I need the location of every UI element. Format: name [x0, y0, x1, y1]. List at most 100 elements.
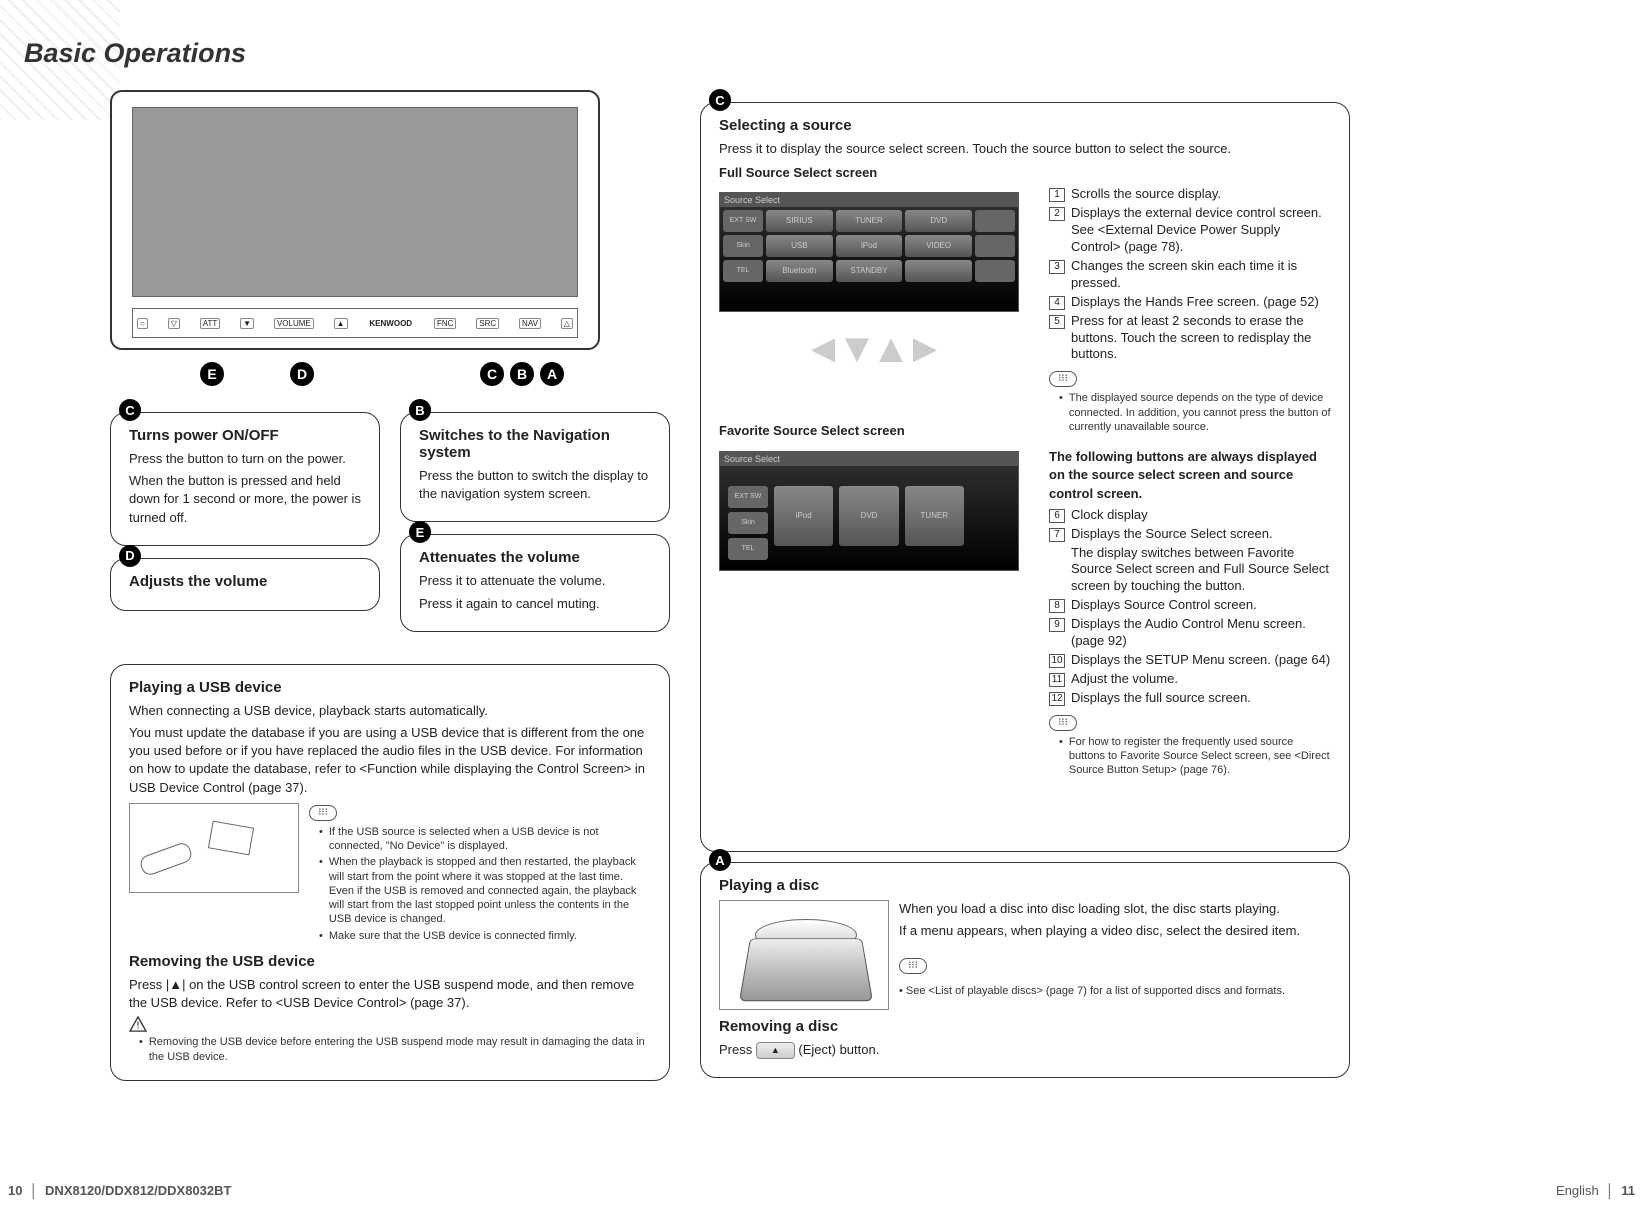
box-usb: Playing a USB device When connecting a U… [110, 664, 670, 1081]
label-c: C [709, 89, 731, 111]
screenshot-hdr: Source Select [720, 452, 1018, 466]
text: Displays the full source screen. [1071, 690, 1251, 707]
text: Changes the screen skin each time it is … [1071, 258, 1331, 292]
box-nav-title: Switches to the Navigation system [419, 427, 651, 461]
disc-remove-title: Removing a disc [719, 1018, 1331, 1035]
side-btn [975, 260, 1015, 282]
usb-title: Playing a USB device [129, 679, 651, 696]
text: Press ▲ (Eject) button. [719, 1041, 1331, 1059]
callout-e: E [200, 362, 224, 386]
label-c: C [119, 399, 141, 421]
text: Displays the Source Select screen. [1071, 526, 1273, 543]
text: Press it to display the source select sc… [719, 140, 1331, 158]
screenshot-hdr: Source Select [720, 193, 1018, 207]
note-text: For how to register the frequently used … [1049, 735, 1331, 778]
text: Press for at least 2 seconds to erase th… [1071, 313, 1331, 364]
note-text: The displayed source depends on the type… [1049, 391, 1331, 434]
text: When connecting a USB device, playback s… [129, 702, 651, 720]
box-selecting-source: C Selecting a source Press it to display… [700, 102, 1350, 852]
full-source-screenshot: Source Select EXT SW SIRIUS TUNER DVD Sk… [719, 192, 1019, 312]
btn: ○ [137, 318, 148, 329]
usb-remove-title: Removing the USB device [129, 953, 651, 970]
side-btn: TEL [723, 260, 763, 282]
fav-btn: TUNER [905, 486, 964, 546]
box-power-title: Turns power ON/OFF [129, 427, 361, 444]
num: 4 [1049, 296, 1065, 310]
usb-illustration [129, 803, 299, 893]
text: Press it again to cancel muting. [419, 595, 651, 613]
src-btn: iPod [836, 235, 903, 257]
mid-text: The following buttons are always display… [1049, 448, 1331, 503]
text: You must update the database if you are … [129, 724, 651, 797]
num: 12 [1049, 692, 1065, 706]
text: When the button is pressed and held down… [129, 472, 361, 527]
brand-label: KENWOOD [367, 319, 414, 328]
btn-nav: NAV [519, 318, 541, 329]
text: Press |▲| on the USB control screen to e… [129, 976, 651, 1012]
btn-att: ATT [200, 318, 221, 329]
usb-note: If the USB source is selected when a USB… [309, 825, 651, 854]
text: When you load a disc into disc loading s… [899, 900, 1331, 918]
fav-source-screenshot: Source Select EXT SWSkinTEL iPod DVD TUN… [719, 451, 1019, 571]
callout-b: B [510, 362, 534, 386]
page-num-right: 11 [1621, 1183, 1635, 1198]
src-btn: SIRIUS [766, 210, 833, 232]
footer-left: 10 │ DNX8120/DDX812/DDX8032BT [8, 1183, 231, 1198]
box-att-title: Attenuates the volume [419, 549, 651, 566]
box-volume-title: Adjusts the volume [129, 573, 361, 590]
source-list-2: 6Clock display 7Displays the Source Sele… [1049, 507, 1331, 707]
side-btn: TEL [728, 538, 768, 560]
text: Press the button to switch the display t… [419, 467, 651, 503]
label-b: B [409, 399, 431, 421]
text: Displays Source Control screen. [1071, 597, 1257, 614]
fav-btn: iPod [774, 486, 833, 546]
callout-a: A [540, 362, 564, 386]
page-num-left: 10 [8, 1183, 22, 1198]
btn-src: SRC [476, 318, 499, 329]
num: 9 [1049, 618, 1065, 632]
btn-eject: △ [561, 318, 573, 329]
disc-illustration [719, 900, 889, 1010]
num: 11 [1049, 673, 1065, 687]
footer-right: English │ 11 [1556, 1183, 1635, 1198]
num: 5 [1049, 315, 1065, 329]
fav-btn: DVD [839, 486, 898, 546]
num: 7 [1049, 528, 1065, 542]
callout-row: E D C B A [110, 350, 670, 400]
num: 3 [1049, 260, 1065, 274]
lang-label: English [1556, 1183, 1599, 1198]
usb-note: Make sure that the USB device is connect… [309, 929, 651, 943]
disc-title: Playing a disc [719, 877, 1331, 894]
nav-arrows [719, 318, 1029, 382]
box-att: E Attenuates the volume Press it to atte… [400, 534, 670, 631]
disc-note: • See <List of playable discs> (page 7) … [899, 984, 1331, 999]
text: Scrolls the source display. [1071, 186, 1221, 203]
source-list-1: 1Scrolls the source display. 2Displays t… [1049, 186, 1331, 363]
model-name: DNX8120/DDX812/DDX8032BT [45, 1183, 231, 1198]
sel-title: Selecting a source [719, 117, 1331, 134]
text: Press the button to turn on the power. [129, 450, 361, 468]
num: 2 [1049, 207, 1065, 221]
side-btn: Skin [723, 235, 763, 257]
page-title: Basic Operations [24, 38, 246, 69]
callout-c: C [480, 362, 504, 386]
side-btn [975, 210, 1015, 232]
note-icon: ⁝⁝⁝ [1049, 715, 1077, 731]
box-disc: A Playing a disc When you load a disc in… [700, 862, 1350, 1078]
usb-note: When the playback is stopped and then re… [309, 855, 651, 926]
usb-warn-text: Removing the USB device before entering … [129, 1035, 651, 1064]
device-control-bar: ○ ▽ ATT ▼ VOLUME ▲ KENWOOD FNC SRC NAV △ [132, 308, 578, 338]
btn-volume: VOLUME [274, 318, 314, 329]
text: Displays the SETUP Menu screen. (page 64… [1071, 652, 1330, 669]
num: 6 [1049, 509, 1065, 523]
note-icon: ⁝⁝⁝ [1049, 371, 1077, 387]
btn: ▼ [240, 318, 254, 329]
text: Press it to attenuate the volume. [419, 572, 651, 590]
src-btn: STANDBY [836, 260, 903, 282]
full-hdr: Full Source Select screen [719, 164, 1331, 182]
text: Adjust the volume. [1071, 671, 1178, 688]
svg-text:!: ! [137, 1021, 140, 1032]
num: 10 [1049, 654, 1065, 668]
note-icon: ⁝⁝⁝ [309, 805, 337, 821]
num: 8 [1049, 599, 1065, 613]
